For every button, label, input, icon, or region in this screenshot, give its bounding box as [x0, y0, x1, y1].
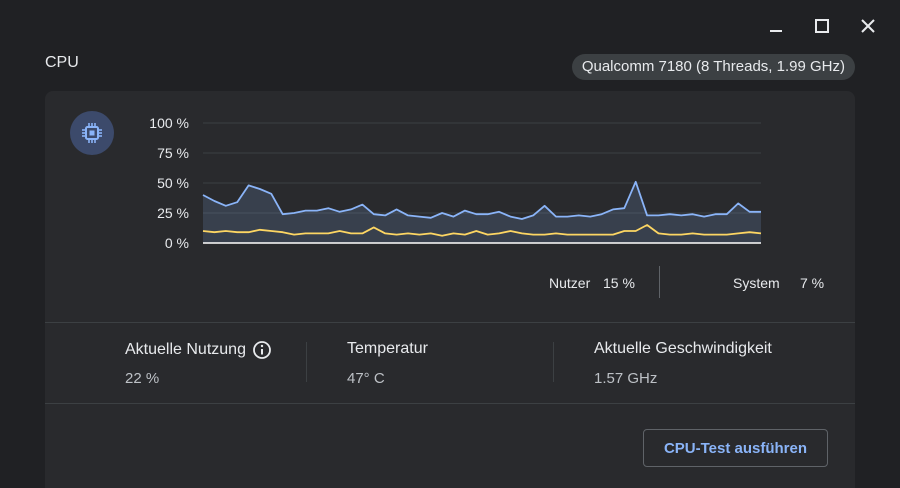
current-usage-value: 22 %	[125, 370, 160, 387]
stat-divider-1	[306, 342, 307, 382]
legend-system-label: System	[733, 275, 780, 291]
current-speed-value: 1.57 GHz	[594, 370, 658, 387]
temperature-label: Temperatur	[347, 340, 428, 357]
cpu-card: 100 % 75 % 50 % 25 % 0 % Nutzer 15 % System …	[45, 91, 855, 488]
cpu-icon-badge	[70, 111, 114, 155]
close-button[interactable]	[852, 10, 884, 42]
section-title: CPU	[45, 54, 79, 71]
run-cpu-test-button[interactable]: CPU-Test ausführen	[643, 429, 828, 467]
legend-user-label: Nutzer	[549, 275, 591, 291]
legend-divider	[659, 266, 660, 298]
maximize-icon	[815, 19, 829, 33]
info-icon[interactable]	[252, 340, 272, 360]
y-tick-label: 25 %	[157, 205, 189, 221]
legend-system-value: 7 %	[800, 275, 825, 291]
temperature-value: 47° C	[347, 370, 385, 387]
minimize-icon	[770, 30, 782, 32]
y-tick-label: 0 %	[165, 235, 189, 251]
minimize-button[interactable]	[760, 10, 792, 42]
divider-top	[45, 322, 855, 323]
current-usage-label: Aktuelle Nutzung	[125, 340, 272, 360]
current-speed-label: Aktuelle Geschwindigkeit	[594, 340, 772, 357]
y-tick-label: 75 %	[157, 145, 189, 161]
cpu-model-chip: Qualcomm 7180 (8 Threads, 1.99 GHz)	[571, 54, 855, 80]
stat-divider-2	[553, 342, 554, 382]
close-icon	[861, 19, 875, 33]
cpu-chip-icon	[82, 123, 102, 143]
cpu-usage-chart: 100 % 75 % 50 % 25 % 0 %	[149, 115, 762, 251]
current-usage-label-text: Aktuelle Nutzung	[125, 341, 246, 358]
legend-user-value: 15 %	[603, 275, 635, 291]
title-bar	[0, 0, 900, 50]
divider-bottom	[45, 403, 855, 404]
y-tick-label: 100 %	[149, 115, 189, 131]
y-tick-label: 50 %	[157, 175, 189, 191]
maximize-button[interactable]	[806, 10, 838, 42]
